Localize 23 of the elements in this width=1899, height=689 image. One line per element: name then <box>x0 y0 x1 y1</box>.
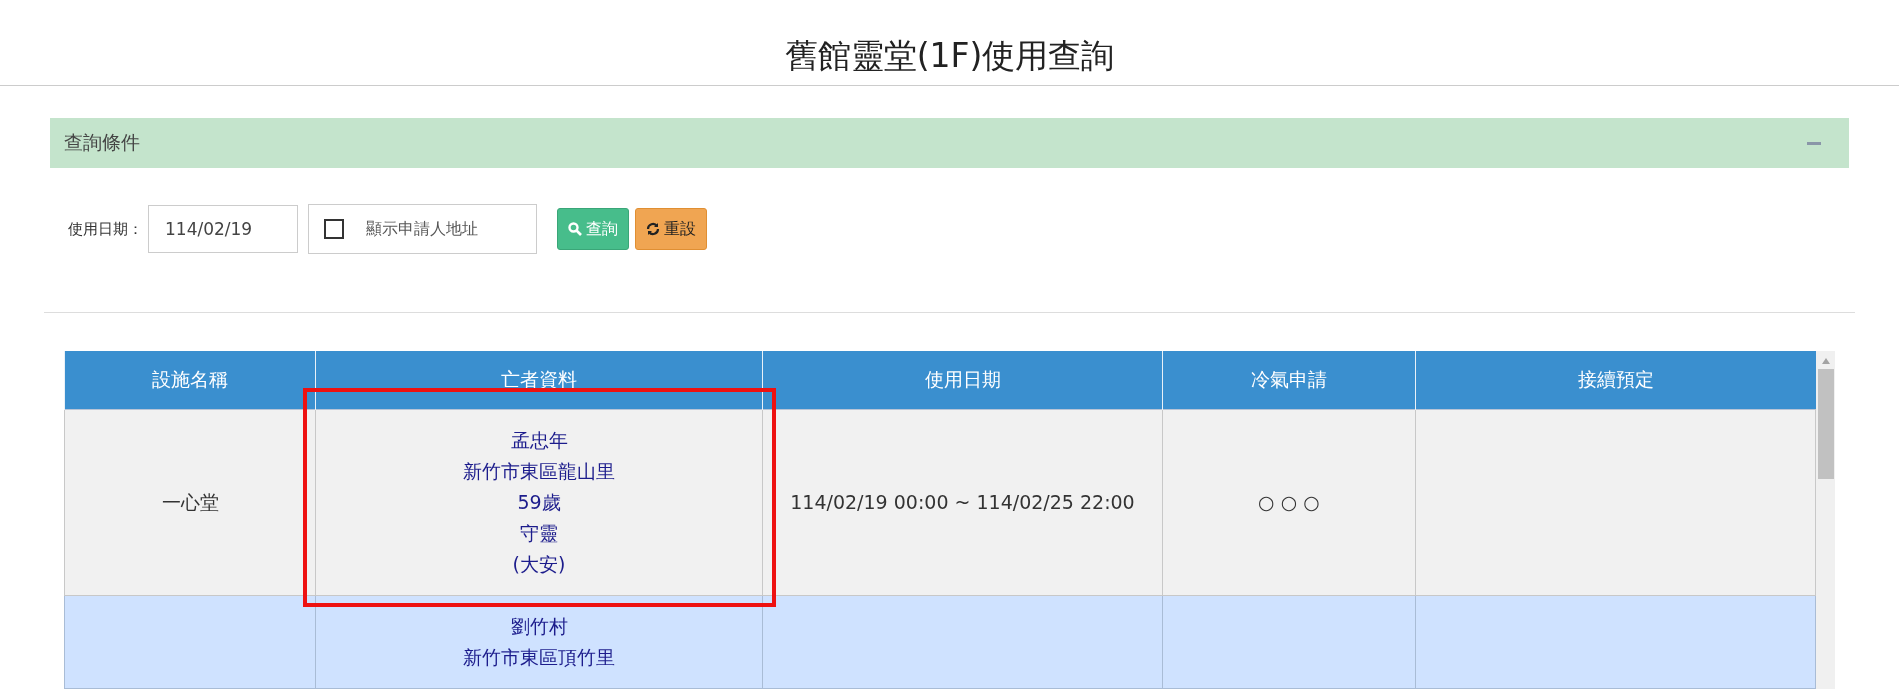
column-header: 接續預定 <box>1415 351 1816 410</box>
scrollbar[interactable] <box>1816 351 1835 689</box>
deceased-info-cell: 劉竹村 新竹市東區頂竹里 <box>315 595 763 689</box>
column-header: 使用日期 <box>762 351 1163 410</box>
table-cell: ○ ○ ○ <box>1162 409 1416 596</box>
collapse-icon[interactable] <box>1807 141 1821 145</box>
column-header: 亡者資料 <box>315 351 763 410</box>
checkbox[interactable] <box>324 219 344 239</box>
address-checkbox-field[interactable]: 顯示申請人地址 <box>308 204 537 254</box>
date-input[interactable]: 114/02/19 <box>148 205 298 253</box>
table-cell: 114/02/19 00:00 ~ 114/02/25 22:00 <box>762 409 1163 596</box>
page-title: 舊館靈堂(1F)使用查詢 <box>784 35 1115 77</box>
checkbox-label: 顯示申請人地址 <box>366 218 478 240</box>
date-label: 使用日期： <box>68 219 143 239</box>
column-header: 設施名稱 <box>64 351 316 410</box>
search-icon <box>568 222 582 236</box>
column-header: 冷氣申請 <box>1162 351 1416 410</box>
scroll-up-icon[interactable] <box>1820 357 1831 365</box>
reset-button[interactable]: 重設 <box>635 208 707 250</box>
table-cell: 一心堂 <box>64 409 316 596</box>
refresh-icon <box>646 222 660 236</box>
scrollbar-thumb[interactable] <box>1817 369 1834 479</box>
panel-title: 查詢條件 <box>64 130 140 155</box>
